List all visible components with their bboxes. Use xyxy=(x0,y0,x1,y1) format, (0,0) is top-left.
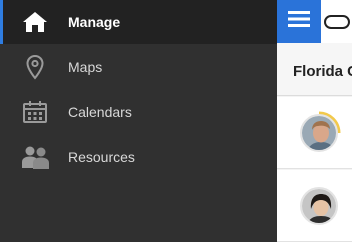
avatar xyxy=(300,114,338,152)
page-title: Florida C xyxy=(293,63,352,80)
list-item[interactable] xyxy=(277,97,352,169)
avatar-with-progress xyxy=(297,184,341,228)
home-icon xyxy=(20,8,50,36)
sidebar-item-label: Resources xyxy=(68,149,135,165)
sidebar-item-label: Maps xyxy=(68,59,103,75)
sidebar-item-label: Calendars xyxy=(68,104,132,120)
calendar-icon xyxy=(20,98,50,126)
avatar-with-progress xyxy=(297,111,341,155)
sidebar-item-resources[interactable]: Resources xyxy=(0,135,277,179)
map-pin-icon xyxy=(20,53,50,81)
hamburger-icon xyxy=(288,11,310,32)
list-item[interactable] xyxy=(277,170,352,242)
main-panel: Florida C xyxy=(277,0,352,242)
sidebar-item-maps[interactable]: Maps xyxy=(0,45,277,89)
people-icon xyxy=(20,143,50,171)
page-header: Florida C xyxy=(277,43,352,96)
top-bar xyxy=(277,0,352,43)
sidebar-item-label: Manage xyxy=(68,14,121,30)
menu-button[interactable] xyxy=(277,0,321,43)
sidebar: Manage Maps Calendars Resources xyxy=(0,0,277,242)
avatar xyxy=(300,187,338,225)
toggle-icon[interactable] xyxy=(324,15,350,29)
sidebar-item-calendars[interactable]: Calendars xyxy=(0,90,277,134)
sidebar-item-manage[interactable]: Manage xyxy=(0,0,277,44)
